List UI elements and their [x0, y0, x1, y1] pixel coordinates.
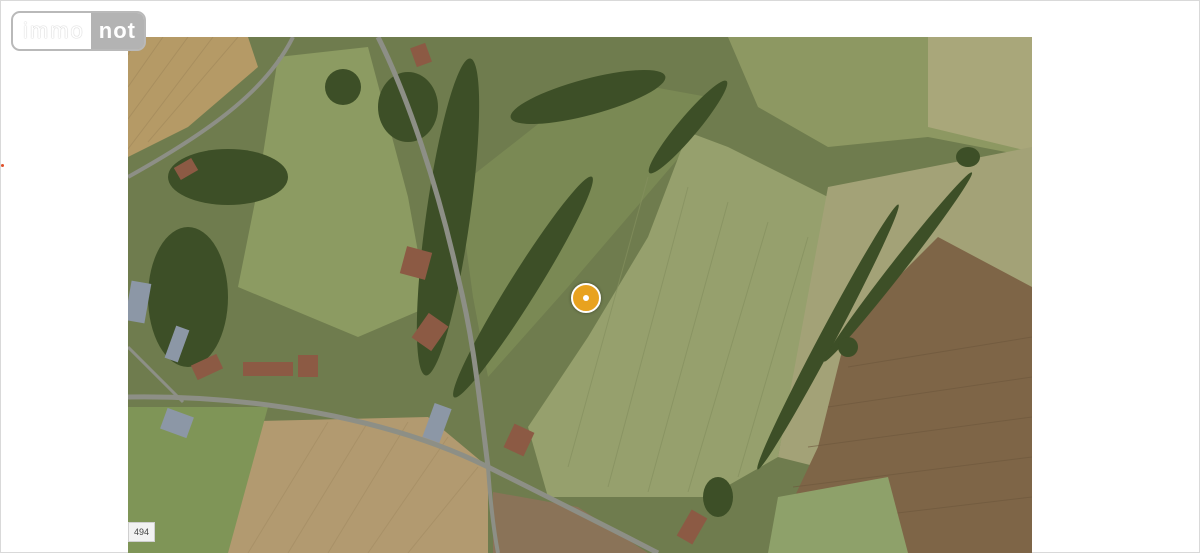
edge-marker-dot	[1, 164, 4, 167]
logo-word-immo: immo	[23, 18, 85, 43]
satellite-map[interactable]	[128, 37, 1032, 553]
immonot-logo: immo not	[11, 11, 146, 51]
map-scale-label: 494	[128, 522, 156, 542]
location-pin-icon[interactable]	[571, 283, 601, 313]
location-pin-center	[583, 295, 589, 301]
logo-word-not: not	[90, 13, 144, 49]
